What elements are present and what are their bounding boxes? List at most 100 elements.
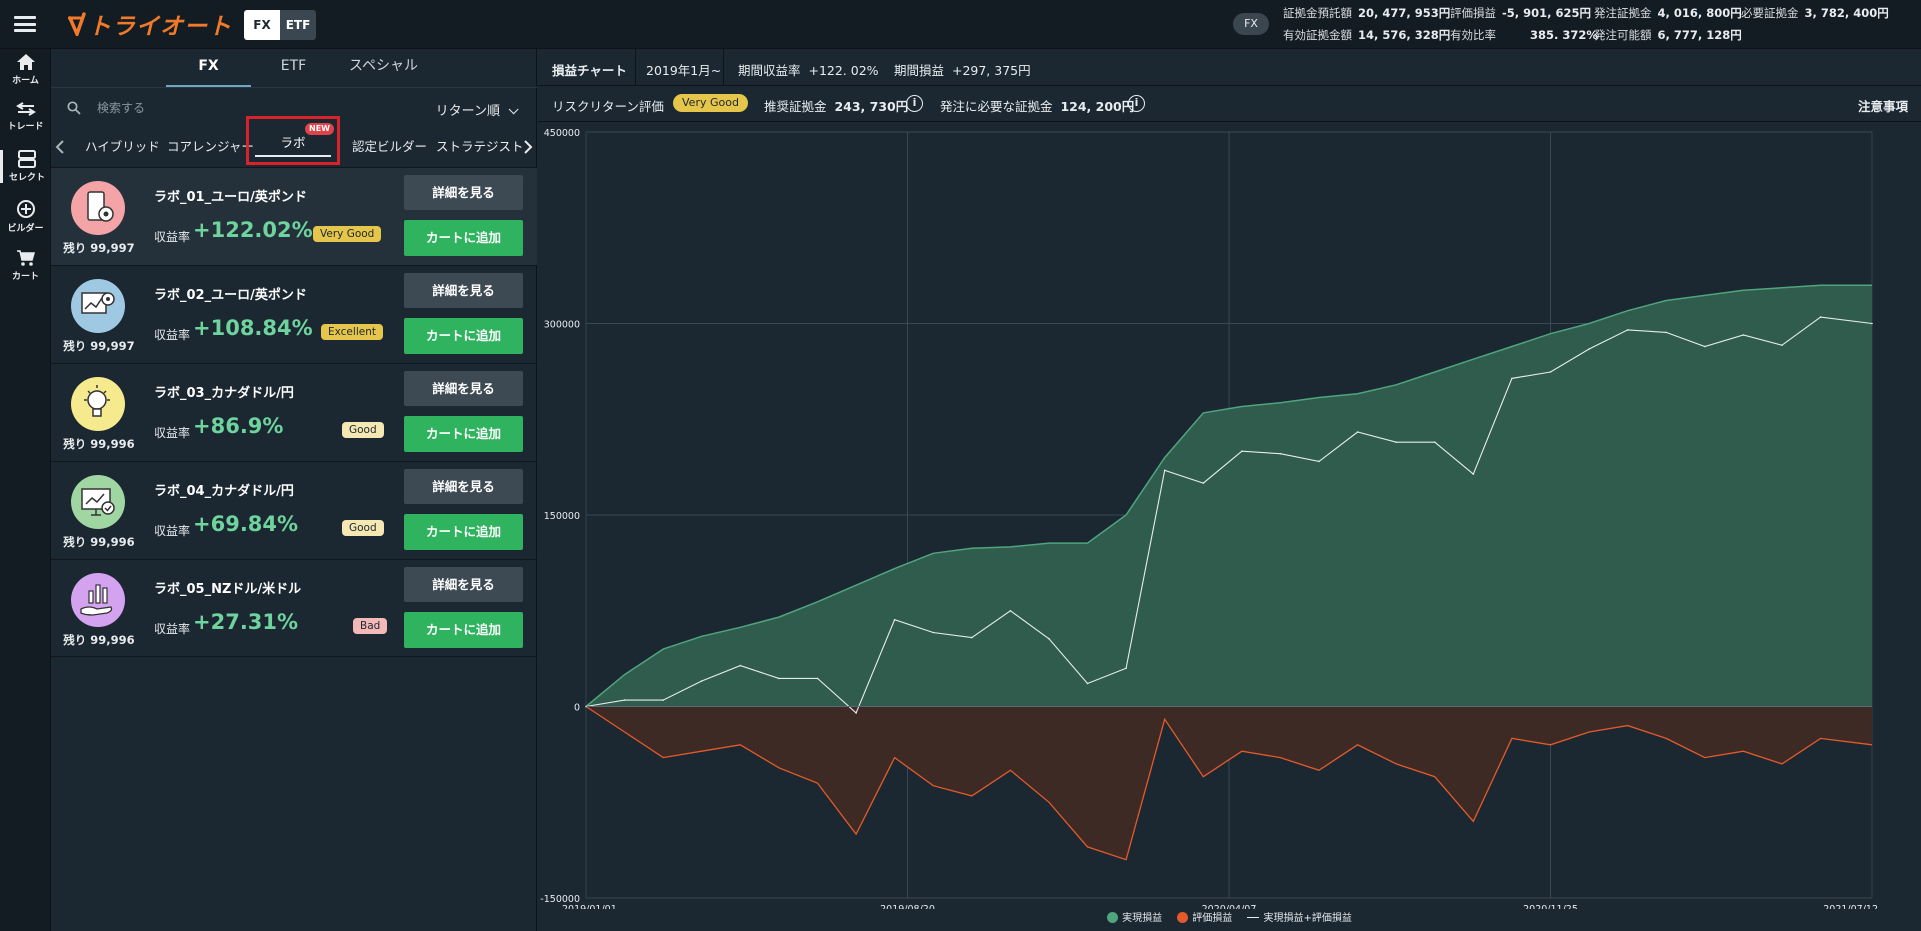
return-value: +122.02% xyxy=(193,218,313,242)
chevron-right-icon[interactable] xyxy=(523,139,533,155)
rating-badge: Very Good xyxy=(313,226,382,242)
separator xyxy=(635,49,636,86)
account-stat-label: 評価損益 xyxy=(1450,6,1496,20)
account-stat: 発注可能額 6, 777, 128円 xyxy=(1594,27,1742,43)
total-point xyxy=(932,631,934,634)
logo-mark-icon xyxy=(68,12,86,36)
rating-badge: Bad xyxy=(353,618,388,634)
chevron-left-icon[interactable] xyxy=(55,139,65,155)
remaining-count: 残り 99,997 xyxy=(63,241,135,255)
view-details-button[interactable]: 詳細を見る xyxy=(404,175,523,210)
account-stat-label: 証拠金預託額 xyxy=(1283,6,1352,20)
total-point xyxy=(739,664,742,667)
total-point xyxy=(1086,682,1089,685)
total-point xyxy=(855,712,857,714)
y-tick-label: 150000 xyxy=(544,511,580,522)
home-icon xyxy=(16,54,35,70)
mode-switch: FX ETF xyxy=(244,10,316,40)
total-point xyxy=(1279,452,1282,455)
total-point xyxy=(1819,316,1822,318)
return-label: 収益率 xyxy=(154,622,191,636)
monitor-check-icon xyxy=(71,475,125,529)
category-coreranger[interactable]: コアレンジャー xyxy=(167,127,254,167)
legend-item: 評価損益 xyxy=(1177,912,1232,924)
tab-special[interactable]: スペシャル xyxy=(336,49,431,87)
recommended-margin: 推奨証拠金 243, 730円 xyxy=(764,96,908,115)
nav-select[interactable]: セレクト xyxy=(0,150,51,183)
chart-gear-icon xyxy=(71,279,125,333)
category-lab[interactable]: NEW ラボ xyxy=(246,116,340,165)
chart-pane: 損益チャート 2019年1月~ 期間収益率 +122. 02% 期間損益 +29… xyxy=(538,49,1921,931)
brand-logo[interactable]: トライオート xyxy=(68,10,232,40)
strategy-item[interactable]: 残り 99,997 ラボ_01_ユーロ/英ポンド 収益率 +122.02% Ve… xyxy=(51,167,537,265)
y-tick-label: 0 xyxy=(574,703,580,714)
separator xyxy=(723,49,724,86)
sort-dropdown[interactable]: リターン順 xyxy=(436,100,519,119)
nav-select-label: セレクト xyxy=(8,173,45,183)
strategy-item[interactable]: 残り 99,996 ラボ_04_カナダドル/円 収益率 +69.84% Good… xyxy=(51,461,537,559)
mode-etf-button[interactable]: ETF xyxy=(280,10,316,40)
total-point xyxy=(1241,450,1243,453)
total-point xyxy=(816,677,819,680)
nav-builder[interactable]: ビルダー xyxy=(0,199,51,234)
tab-fx[interactable]: FX xyxy=(166,49,251,87)
total-point xyxy=(1781,344,1783,346)
category-certified-builder[interactable]: 認定ビルダー xyxy=(352,127,427,167)
y-tick-label: 450000 xyxy=(544,128,580,139)
category-hybrid[interactable]: ハイブリッド xyxy=(85,127,160,167)
nav-home[interactable]: ホーム xyxy=(0,53,51,86)
strategy-name: ラボ_02_ユーロ/英ポンド xyxy=(154,288,307,303)
nav-cart-label: カート xyxy=(11,272,39,282)
phone-gear-icon xyxy=(71,181,125,235)
total-point xyxy=(1009,610,1012,612)
return-value: +69.84% xyxy=(193,512,299,536)
remaining-count: 残り 99,996 xyxy=(63,535,135,549)
account-stat-value: 6, 777, 128円 xyxy=(1657,28,1742,42)
remaining-count: 残り 99,996 xyxy=(63,437,135,451)
strategy-item[interactable]: 残り 99,996 ラボ_05_NZドル/米ドル 収益率 +27.31% Bad… xyxy=(51,559,537,657)
view-details-button[interactable]: 詳細を見る xyxy=(404,567,523,602)
total-point xyxy=(700,680,703,682)
total-point xyxy=(1318,460,1320,463)
recommended-margin-label: 推奨証拠金 xyxy=(764,99,827,114)
strategy-item[interactable]: 残り 99,997 ラボ_02_ユーロ/英ポンド 収益率 +108.84% Ex… xyxy=(51,265,537,363)
add-to-cart-button[interactable]: カートに追加 xyxy=(404,612,523,648)
mode-fx-button[interactable]: FX xyxy=(244,10,280,40)
strategy-item[interactable]: 残り 99,996 ラボ_03_カナダドル/円 収益率 +86.9% Good … xyxy=(51,363,537,461)
required-margin-label: 発注に必要な証拠金 xyxy=(940,99,1053,114)
view-details-button[interactable]: 詳細を見る xyxy=(404,469,523,504)
notes-link[interactable]: 注意事項 xyxy=(1858,96,1908,115)
add-to-cart-button[interactable]: カートに追加 xyxy=(404,416,523,452)
total-point xyxy=(1588,348,1590,350)
total-point xyxy=(893,618,896,621)
add-to-cart-button[interactable]: カートに追加 xyxy=(404,318,523,354)
add-to-cart-button[interactable]: カートに追加 xyxy=(404,514,523,550)
view-details-button[interactable]: 詳細を見る xyxy=(404,273,523,308)
period-selector[interactable]: 2019年1月~ xyxy=(646,60,721,79)
tab-etf[interactable]: ETF xyxy=(251,49,336,87)
account-stat: 証拠金預託額 20, 477, 953円 xyxy=(1283,5,1450,21)
risk-rating-badge: Very Good xyxy=(673,94,748,112)
hamburger-menu-icon[interactable] xyxy=(14,16,36,32)
add-to-cart-button[interactable]: カートに追加 xyxy=(404,220,523,256)
total-point xyxy=(1704,345,1706,348)
return-label: 収益率 xyxy=(154,426,191,440)
logo-text: トライオート xyxy=(88,14,232,40)
legend-label: 実現損益 xyxy=(1122,913,1163,924)
chart-tab-pnl[interactable]: 損益チャート xyxy=(552,60,627,79)
info-icon[interactable]: i xyxy=(906,95,923,112)
view-details-button[interactable]: 詳細を見る xyxy=(404,371,523,406)
nav-cart[interactable]: カート xyxy=(0,249,51,282)
total-point xyxy=(1048,638,1050,640)
category-strategist[interactable]: ストラテジスト xyxy=(436,127,524,167)
account-stat: 必要証拠金 3, 782, 400円 xyxy=(1741,5,1889,21)
evaluation-row: リスクリターン評価 Very Good 推奨証拠金 243, 730円 i 発注… xyxy=(538,86,1921,122)
builder-icon xyxy=(16,200,35,218)
cart-icon xyxy=(16,250,35,266)
info-icon[interactable]: i xyxy=(1128,95,1145,112)
account-type-pill[interactable]: FX xyxy=(1233,13,1269,35)
return-label: 収益率 xyxy=(154,524,191,538)
nav-trade[interactable]: トレード xyxy=(0,101,51,132)
total-point xyxy=(1125,667,1127,669)
account-stat-value: -5, 901, 625円 xyxy=(1502,6,1592,20)
